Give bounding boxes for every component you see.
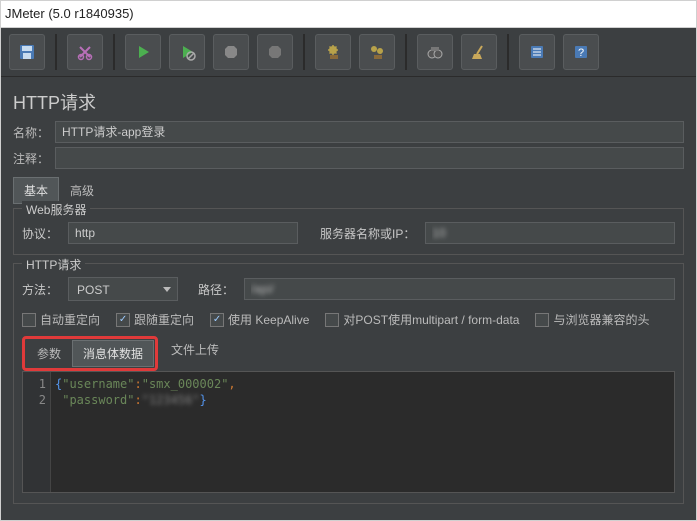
multipart-label: 对POST使用multipart / form-data (343, 311, 519, 328)
checkbox-icon (325, 313, 339, 327)
scissors-icon (76, 43, 94, 61)
keepalive-checkbox[interactable]: 使用 KeepAlive (210, 311, 309, 328)
checkbox-icon (22, 313, 36, 327)
jmeter-window: JMeter (5.0 r1840935) (0, 0, 697, 521)
comment-label: 注释： (13, 150, 55, 167)
toolbar-sep-4 (405, 34, 407, 70)
comment-row: 注释： (13, 147, 684, 169)
options-row: 自动重定向 跟随重定向 使用 KeepAlive 对POST使用mul (22, 311, 675, 328)
app-body: ? HTTP请求 名称： 注释： 基本 高级 Web服务器 协议： (1, 28, 696, 521)
tab-basic[interactable]: 基本 (13, 177, 59, 204)
web-server-group: Web服务器 协议： 服务器名称或IP： (13, 208, 684, 255)
multipart-checkbox[interactable]: 对POST使用multipart / form-data (325, 311, 519, 328)
comment-input[interactable] (55, 147, 684, 169)
checkbox-icon (116, 313, 130, 327)
toolbar-button-stop[interactable] (213, 34, 249, 70)
browser-headers-label: 与浏览器兼容的头 (553, 311, 649, 328)
toolbar-button-function-helper[interactable] (519, 34, 555, 70)
gear-broom-icon (324, 43, 342, 61)
toolbar-button-reset-search[interactable] (461, 34, 497, 70)
method-value: POST (77, 283, 110, 297)
toolbar-button-search[interactable] (417, 34, 453, 70)
window-titlebar: JMeter (5.0 r1840935) (1, 1, 696, 28)
tab-params[interactable]: 参数 (26, 340, 72, 367)
play-icon (134, 43, 152, 61)
tab-file-upload[interactable]: 文件上传 (160, 336, 230, 371)
path-input[interactable] (244, 278, 675, 300)
tab-advanced[interactable]: 高级 (59, 177, 105, 204)
toolbar-button-save[interactable] (9, 34, 45, 70)
http-request-group: HTTP请求 方法： POST 路径： (13, 263, 684, 504)
tab-body-data[interactable]: 消息体数据 (72, 340, 154, 367)
path-label: 路径： (198, 281, 234, 298)
method-select[interactable]: POST (68, 277, 178, 301)
body-tabs: 参数 消息体数据 文件上传 (22, 336, 675, 371)
toolbar-button-clear-all[interactable] (359, 34, 395, 70)
toolbar-sep-3 (303, 34, 305, 70)
stop-icon (222, 43, 240, 61)
binoculars-icon (426, 43, 444, 61)
line-number-2: 2 (23, 392, 46, 408)
toolbar-sep-2 (113, 34, 115, 70)
svg-text:?: ? (578, 47, 584, 59)
keepalive-label: 使用 KeepAlive (228, 311, 309, 328)
shutdown-icon (266, 43, 284, 61)
page-title: HTTP请求 (13, 89, 684, 115)
toolbar-button-help[interactable]: ? (563, 34, 599, 70)
line-number-1: 1 (23, 376, 46, 392)
window-title: JMeter (5.0 r1840935) (5, 6, 134, 21)
broom-icon (470, 43, 488, 61)
editor-gutter: 1 2 (23, 372, 51, 492)
help-icon: ? (572, 43, 590, 61)
main-toolbar: ? (1, 28, 696, 77)
name-row: 名称： (13, 121, 684, 143)
redirect-auto-label: 自动重定向 (40, 311, 100, 328)
save-icon (18, 43, 36, 61)
protocol-label: 协议： (22, 225, 58, 242)
body-editor[interactable]: 1 2 {"username":"smx_000002", "password"… (22, 371, 675, 493)
name-label: 名称： (13, 124, 55, 141)
toolbar-sep-5 (507, 34, 509, 70)
main-content: HTTP请求 名称： 注释： 基本 高级 Web服务器 协议： 服务器名称或IP… (1, 77, 696, 504)
browser-headers-checkbox[interactable]: 与浏览器兼容的头 (535, 311, 649, 328)
protocol-input[interactable] (68, 222, 298, 244)
notepad-icon (528, 43, 546, 61)
toolbar-button-clear[interactable] (315, 34, 351, 70)
server-label: 服务器名称或IP： (320, 225, 415, 242)
follow-redirect-checkbox[interactable]: 跟随重定向 (116, 311, 194, 328)
web-server-legend: Web服务器 (22, 201, 90, 218)
checkbox-icon (210, 313, 224, 327)
toolbar-button-cut[interactable] (67, 34, 103, 70)
toolbar-button-start[interactable] (125, 34, 161, 70)
play-no-pause-icon (178, 43, 196, 61)
gears-broom-icon (368, 43, 386, 61)
highlight-box: 参数 消息体数据 (22, 336, 158, 371)
follow-redirect-label: 跟随重定向 (134, 311, 194, 328)
checkbox-icon (535, 313, 549, 327)
name-input[interactable] (55, 121, 684, 143)
chevron-down-icon (161, 283, 173, 295)
redirect-auto-checkbox[interactable]: 自动重定向 (22, 311, 100, 328)
server-input[interactable] (425, 222, 675, 244)
toolbar-button-shutdown[interactable] (257, 34, 293, 70)
config-tabs: 基本 高级 (13, 177, 684, 204)
editor-code: {"username":"smx_000002", "password":"12… (55, 376, 670, 408)
method-label: 方法： (22, 281, 58, 298)
toolbar-sep-1 (55, 34, 57, 70)
http-request-legend: HTTP请求 (22, 256, 85, 273)
toolbar-button-start-no-pause[interactable] (169, 34, 205, 70)
